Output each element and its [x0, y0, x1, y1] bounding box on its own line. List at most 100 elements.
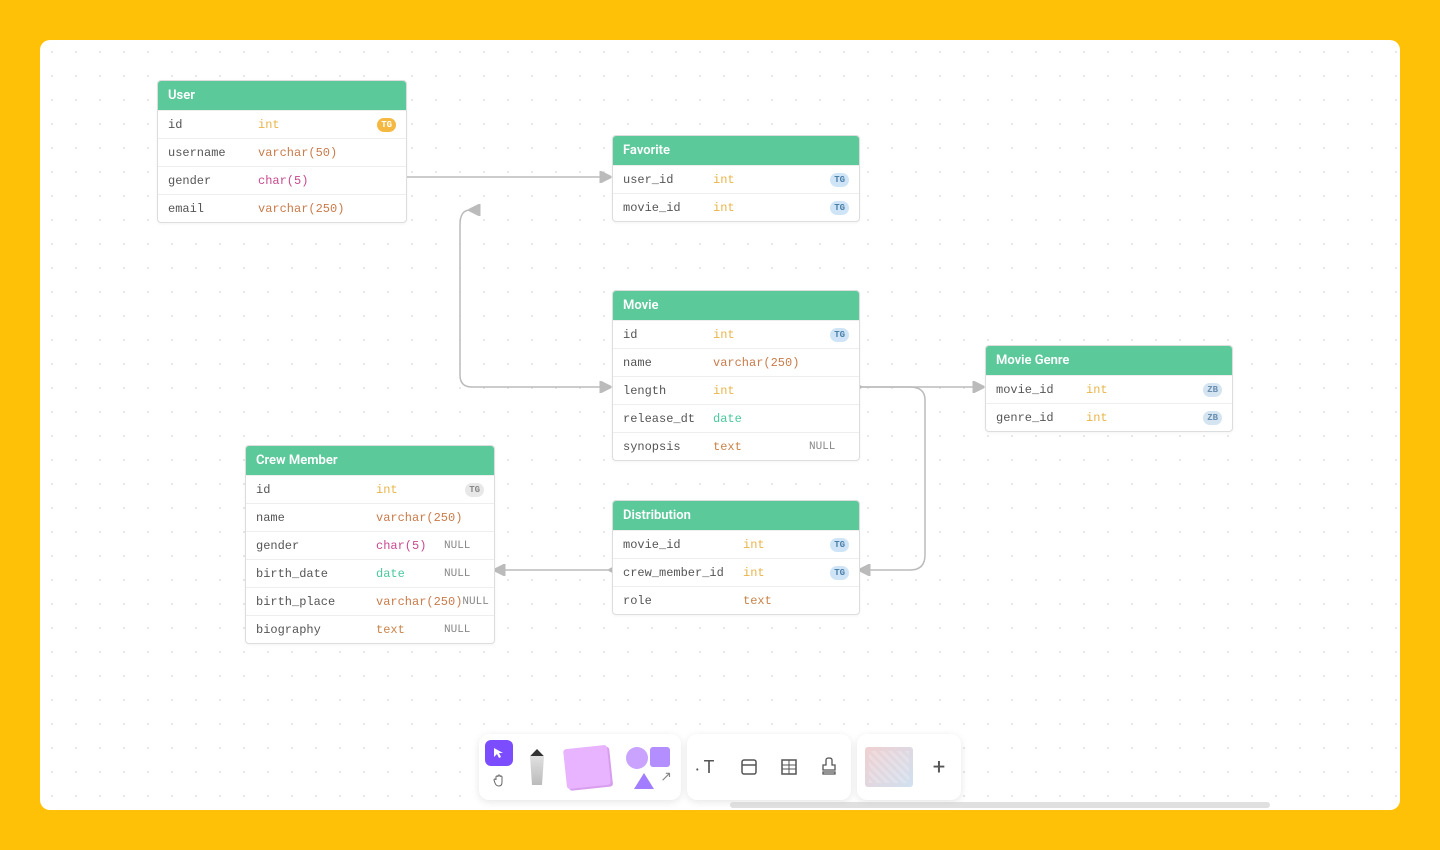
- column-row[interactable]: user_idintTG: [613, 165, 859, 193]
- column-name: movie_id: [996, 383, 1086, 397]
- pen-icon: [527, 749, 547, 785]
- column-type: char(5): [376, 539, 444, 553]
- column-row[interactable]: genderchar(5)NULL: [246, 531, 494, 559]
- column-row[interactable]: movie_idintTG: [613, 530, 859, 558]
- column-row[interactable]: namevarchar(250): [246, 503, 494, 531]
- entity-rows: user_idintTGmovie_idintTG: [613, 165, 859, 221]
- entity-movie-genre[interactable]: Movie Genre movie_idintZBgenre_idintZB: [985, 345, 1233, 432]
- entity-rows: movie_idintTGcrew_member_idintTGroletext: [613, 530, 859, 614]
- cursor-tool[interactable]: [485, 740, 513, 766]
- column-type: int: [713, 328, 830, 342]
- column-name: synopsis: [623, 440, 713, 454]
- column-type: date: [713, 412, 849, 426]
- column-name: email: [168, 202, 258, 216]
- toolbar-group-templates: +: [857, 734, 961, 800]
- frame-tool[interactable]: [731, 749, 767, 785]
- hand-icon: [492, 774, 506, 788]
- column-row[interactable]: namevarchar(250): [613, 348, 859, 376]
- frame-icon: [739, 757, 759, 777]
- column-row[interactable]: roletext: [613, 586, 859, 614]
- column-row[interactable]: crew_member_idintTG: [613, 558, 859, 586]
- column-type: date: [376, 567, 444, 581]
- entity-header: Movie: [613, 291, 859, 320]
- column-row[interactable]: birth_datedateNULL: [246, 559, 494, 587]
- entity-distribution[interactable]: Distribution movie_idintTGcrew_member_id…: [612, 500, 860, 615]
- column-badge: TG: [830, 201, 849, 215]
- plus-icon: +: [933, 755, 945, 780]
- table-icon: [779, 757, 799, 777]
- entity-user[interactable]: User idintTGusernamevarchar(50)gendercha…: [157, 80, 407, 223]
- column-badge: ZB: [1203, 383, 1222, 397]
- column-nullable: NULL: [444, 624, 484, 636]
- column-row[interactable]: birth_placevarchar(250)NULL: [246, 587, 494, 615]
- column-row[interactable]: synopsistextNULL: [613, 432, 859, 460]
- column-name: birth_date: [256, 567, 376, 581]
- entity-header: Favorite: [613, 136, 859, 165]
- entity-header: Movie Genre: [986, 346, 1232, 375]
- entity-movie[interactable]: Movie idintTGnamevarchar(250)lengthintre…: [612, 290, 860, 461]
- column-name: id: [168, 118, 258, 132]
- diagram-canvas[interactable]: User idintTGusernamevarchar(50)gendercha…: [40, 40, 1400, 810]
- column-name: gender: [168, 174, 258, 188]
- column-row[interactable]: movie_idintTG: [613, 193, 859, 221]
- hand-tool[interactable]: [485, 768, 513, 794]
- shapes-icon: ↗: [624, 745, 672, 789]
- column-row[interactable]: biographytextNULL: [246, 615, 494, 643]
- column-badge: TG: [830, 566, 849, 580]
- toolbar: ↗ •T +: [479, 734, 961, 800]
- column-badge: TG: [465, 483, 484, 497]
- entity-header: Crew Member: [246, 446, 494, 475]
- column-nullable: NULL: [444, 568, 484, 580]
- column-name: id: [256, 483, 376, 497]
- column-type: int: [376, 483, 465, 497]
- toolbar-group-cursor: ↗: [479, 734, 681, 800]
- table-tool[interactable]: [771, 749, 807, 785]
- column-nullable: NULL: [462, 596, 495, 608]
- column-type: int: [743, 566, 830, 580]
- column-type: varchar(250): [376, 511, 484, 525]
- column-badge: TG: [377, 118, 396, 132]
- column-type: int: [713, 173, 830, 187]
- templates-tool[interactable]: [861, 739, 917, 795]
- entity-crew-member[interactable]: Crew Member idintTGnamevarchar(250)gende…: [245, 445, 495, 644]
- column-row[interactable]: genderchar(5): [158, 166, 406, 194]
- column-name: name: [623, 356, 713, 370]
- column-row[interactable]: emailvarchar(250): [158, 194, 406, 222]
- column-name: gender: [256, 539, 376, 553]
- column-name: movie_id: [623, 538, 743, 552]
- sticky-note-icon: [563, 745, 611, 789]
- column-row[interactable]: genre_idintZB: [986, 403, 1232, 431]
- column-name: username: [168, 146, 258, 160]
- column-type: text: [376, 623, 444, 637]
- column-name: user_id: [623, 173, 713, 187]
- column-name: biography: [256, 623, 376, 637]
- shapes-tool[interactable]: ↗: [619, 739, 677, 795]
- horizontal-scrollbar[interactable]: [730, 802, 1270, 808]
- column-type: char(5): [258, 174, 396, 188]
- sticky-note-tool[interactable]: [559, 739, 615, 795]
- column-name: id: [623, 328, 713, 342]
- column-row[interactable]: idintTG: [158, 110, 406, 138]
- column-name: length: [623, 384, 713, 398]
- entity-rows: idintTGnamevarchar(250)lengthintrelease_…: [613, 320, 859, 460]
- column-row[interactable]: lengthint: [613, 376, 859, 404]
- column-type: int: [743, 538, 830, 552]
- toolbar-group-insert: •T: [687, 734, 851, 800]
- entity-favorite[interactable]: Favorite user_idintTGmovie_idintTG: [612, 135, 860, 222]
- templates-icon: [865, 747, 913, 787]
- stamp-tool[interactable]: [811, 749, 847, 785]
- column-row[interactable]: movie_idintZB: [986, 375, 1232, 403]
- column-row[interactable]: usernamevarchar(50): [158, 138, 406, 166]
- text-tool[interactable]: •T: [691, 749, 727, 785]
- pen-tool[interactable]: [519, 739, 555, 795]
- column-type: text: [743, 594, 849, 608]
- column-type: varchar(250): [376, 595, 462, 609]
- column-row[interactable]: idintTG: [246, 475, 494, 503]
- column-row[interactable]: release_dtdate: [613, 404, 859, 432]
- add-tool[interactable]: +: [921, 749, 957, 785]
- column-type: int: [713, 201, 830, 215]
- column-nullable: NULL: [444, 540, 484, 552]
- column-type: varchar(250): [258, 202, 396, 216]
- column-row[interactable]: idintTG: [613, 320, 859, 348]
- entity-rows: idintTGusernamevarchar(50)genderchar(5)e…: [158, 110, 406, 222]
